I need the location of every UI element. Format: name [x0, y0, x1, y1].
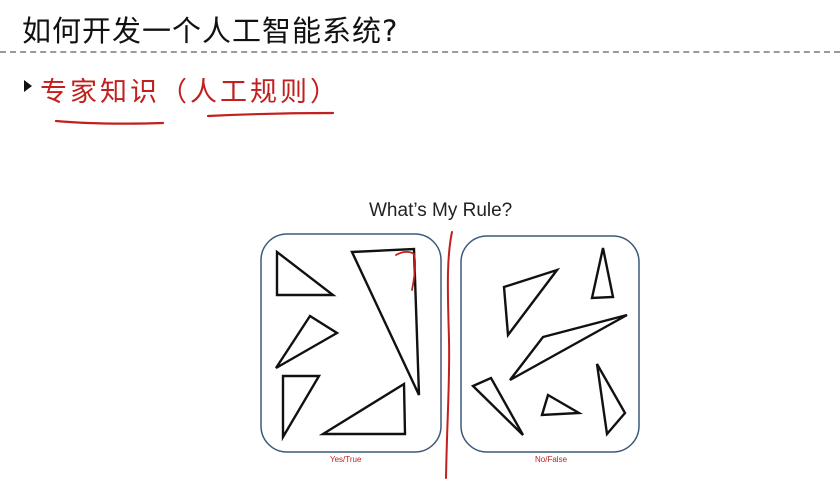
acute-triangle-3	[470, 376, 525, 436]
no-false-box	[460, 235, 640, 453]
underline-stroke-1	[54, 119, 165, 125]
handwritten-corner-mark	[395, 250, 416, 291]
figure-title: What’s My Rule?	[369, 200, 513, 221]
right-triangle-5	[318, 381, 407, 436]
slide-drawing	[54, 111, 640, 479]
right-triangle-1	[275, 249, 337, 297]
underline-stroke-2	[206, 111, 335, 118]
right-triangle-2	[274, 314, 340, 370]
acute-triangle-4	[540, 393, 584, 417]
no-false-caption: No/False	[535, 455, 568, 464]
no-false-triangles	[470, 247, 628, 437]
acute-triangle-2	[590, 247, 615, 300]
acute-triangle-5	[595, 363, 627, 437]
right-triangle-4	[350, 247, 421, 396]
handwritten-divider-line	[445, 231, 453, 479]
yes-true-caption: Yes/True	[330, 455, 362, 464]
acute-triangle-1	[502, 267, 561, 339]
right-triangle-3	[281, 374, 322, 442]
yes-true-triangles	[274, 247, 421, 442]
obtuse-triangle-1	[509, 313, 628, 382]
